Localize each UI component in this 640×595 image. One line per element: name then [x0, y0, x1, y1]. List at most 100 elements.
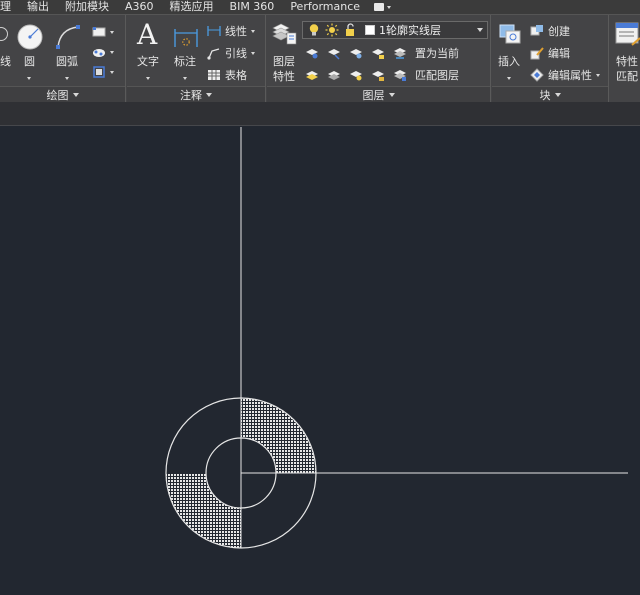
minimize-ribbon-icon [374, 3, 385, 11]
layer-isolate-icon[interactable] [327, 46, 341, 60]
line-icon[interactable] [0, 27, 8, 41]
match-layer-label[interactable]: 匹配图层 [415, 67, 459, 83]
chevron-down-icon [251, 51, 255, 55]
block-panel-title[interactable]: 块 [492, 86, 608, 103]
annotation-panel: A 文字 标注 线性 引线 表格 注释 [127, 15, 266, 103]
annotation-panel-title[interactable]: 注释 [127, 86, 265, 103]
unlock-icon [346, 23, 354, 36]
arc-label[interactable]: 圆弧 [56, 53, 78, 69]
chevron-down-icon [387, 5, 392, 9]
layer-dropdown[interactable]: 1轮廓实线层 [302, 21, 488, 39]
layer-tools-row-2: 匹配图层 [305, 67, 459, 83]
chevron-down-icon [183, 77, 187, 80]
linear-label: 线性 [225, 25, 247, 38]
set-current-icon[interactable] [393, 46, 407, 60]
set-current-label[interactable]: 置为当前 [415, 45, 459, 61]
circle-icon [17, 24, 43, 50]
layers-panel-title[interactable]: 图层 [267, 86, 490, 103]
hatch-icon [93, 49, 105, 57]
draw-panel-title[interactable]: 绘图 [0, 86, 125, 103]
boundary-icon [93, 66, 105, 78]
chevron-down-icon [27, 77, 31, 80]
draw-panel: 线 圆 圆弧 绘图 [0, 15, 126, 103]
hatch-region-lower-left[interactable] [166, 473, 241, 548]
chevron-down-icon [388, 93, 395, 97]
layers-panel-title-text: 图层 [362, 89, 385, 102]
tab-addins[interactable]: 附加模块 [57, 0, 117, 14]
layer-thaw-icon[interactable] [349, 68, 363, 82]
chevron-down-icon [554, 93, 561, 97]
layer-lock-icon[interactable] [371, 46, 385, 60]
hatch-tool[interactable] [92, 45, 114, 59]
chevron-down-icon [507, 77, 511, 80]
properties-button[interactable] [614, 21, 640, 47]
tab-bim360[interactable]: BIM 360 [222, 0, 283, 14]
layer-color-swatch [365, 25, 375, 35]
arc-tool-button[interactable] [54, 23, 82, 51]
chevron-down-icon [477, 28, 483, 32]
insert-block-icon [499, 24, 521, 44]
tab-a360[interactable]: A360 [117, 0, 162, 14]
leader-tool[interactable]: 引线 [207, 45, 255, 61]
layer-properties-label[interactable]: 图层 [273, 53, 295, 69]
hatch-region-upper-right[interactable] [241, 398, 316, 473]
match-properties-label[interactable]: 匹配 [616, 68, 638, 84]
chevron-down-icon [65, 77, 69, 80]
chevron-down-icon [206, 93, 212, 97]
properties-label[interactable]: 特性 [616, 53, 638, 69]
drawing-canvas[interactable] [0, 127, 640, 595]
create-label: 创建 [548, 25, 570, 38]
rectangle-tool[interactable] [92, 25, 114, 39]
properties-icon [615, 22, 640, 46]
circle-tool-button[interactable] [16, 23, 44, 51]
layer-freeze-icon[interactable] [349, 46, 363, 60]
rectangle-icon [92, 27, 106, 37]
block-panel-title-text: 块 [539, 89, 551, 102]
text-label[interactable]: 文字 [137, 53, 159, 69]
edit-label: 编辑 [548, 47, 570, 60]
chevron-down-icon [110, 50, 114, 54]
insert-block-button[interactable] [496, 19, 524, 47]
dimension-icon [174, 29, 198, 47]
chevron-down-icon [110, 30, 114, 34]
tab-featured-apps[interactable]: 精选应用 [162, 0, 222, 14]
ribbon-display-dropdown[interactable] [368, 3, 397, 11]
edit-attributes-label: 编辑属性 [548, 69, 592, 82]
layer-unisolate-icon[interactable] [327, 68, 341, 82]
text-tool-icon[interactable]: A [137, 19, 157, 51]
dimension-label[interactable]: 标注 [174, 53, 196, 69]
linear-dimension-icon [207, 26, 221, 36]
table-label: 表格 [225, 69, 247, 82]
layer-properties-button[interactable] [271, 21, 297, 45]
edit-block-tool[interactable]: 编辑 [530, 45, 570, 61]
current-layer-name: 1轮廓实线层 [379, 24, 441, 37]
create-block-icon [530, 25, 543, 36]
tab-performance[interactable]: Performance [282, 0, 368, 14]
layer-tools-row-1: 置为当前 [305, 45, 459, 61]
line-label[interactable]: 线 [0, 53, 11, 69]
document-tab-strip [0, 102, 640, 126]
edit-attributes-tool[interactable]: 编辑属性 [530, 67, 600, 83]
ribbon: 线 圆 圆弧 绘图 A 文字 标注 线性 引线 表格 注释 图层 特性 1轮廓实… [0, 14, 640, 103]
chevron-down-icon [72, 93, 79, 97]
layer-unlock-icon[interactable] [371, 68, 385, 82]
arc-icon [56, 25, 80, 49]
layer-properties-icon [272, 23, 297, 45]
edit-attributes-icon [530, 68, 544, 82]
boundary-tool[interactable] [92, 65, 114, 79]
table-tool[interactable]: 表格 [207, 67, 247, 83]
linear-dimension-tool[interactable]: 线性 [207, 23, 255, 39]
chevron-down-icon [596, 73, 600, 77]
create-block-tool[interactable]: 创建 [530, 23, 570, 39]
insert-label[interactable]: 插入 [498, 53, 520, 69]
layers-panel: 图层 特性 1轮廓实线层 置为当前 匹配图层 图层 [267, 15, 491, 103]
dimension-tool-button[interactable] [172, 23, 200, 51]
tab-output[interactable]: 输出 [19, 0, 57, 14]
layer-on-icon[interactable] [305, 68, 319, 82]
layer-off-icon[interactable] [305, 46, 319, 60]
match-layer-icon[interactable] [393, 68, 407, 82]
layer-properties-label-2[interactable]: 特性 [273, 68, 295, 84]
tab-management[interactable]: 理 [0, 0, 19, 14]
sun-icon [325, 23, 339, 37]
circle-label[interactable]: 圆 [24, 53, 35, 69]
